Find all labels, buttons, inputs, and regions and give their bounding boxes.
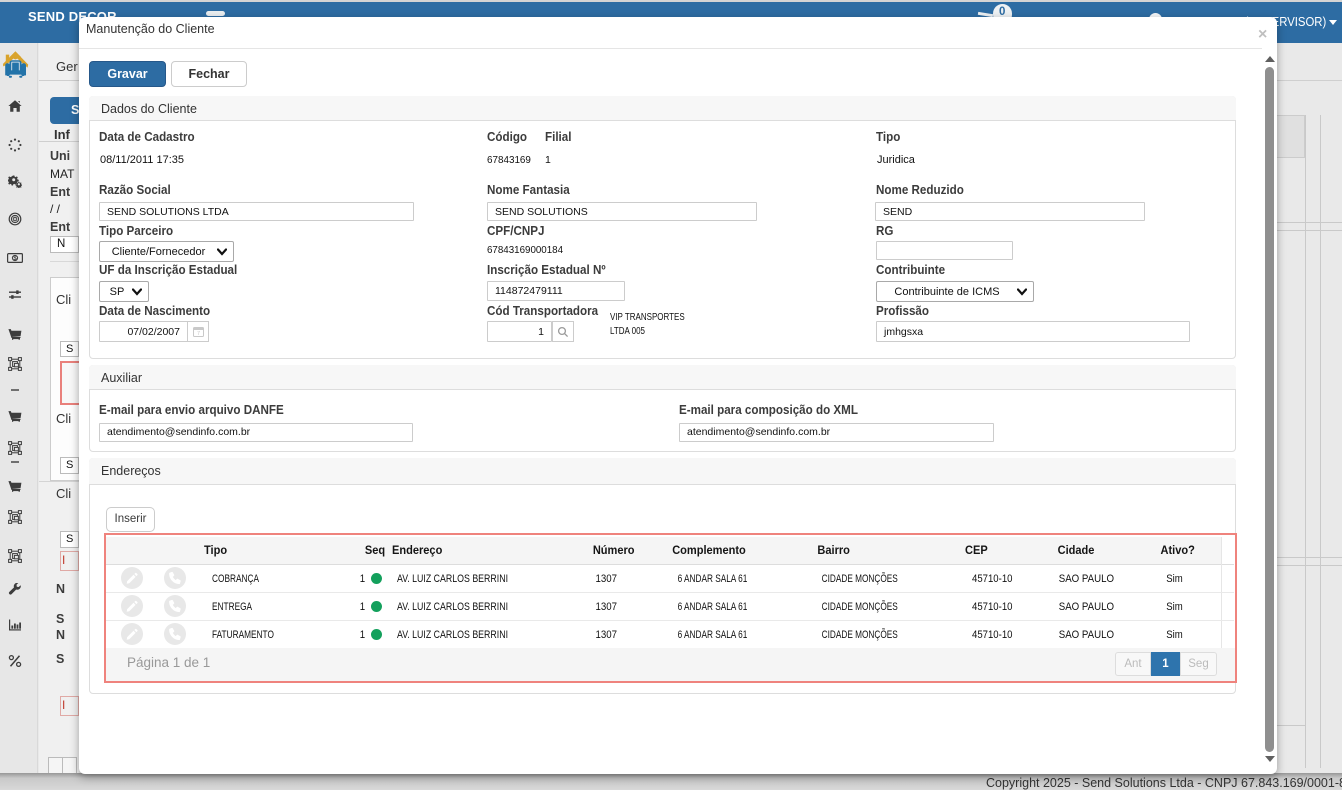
svg-text:7: 7 [196,331,199,337]
